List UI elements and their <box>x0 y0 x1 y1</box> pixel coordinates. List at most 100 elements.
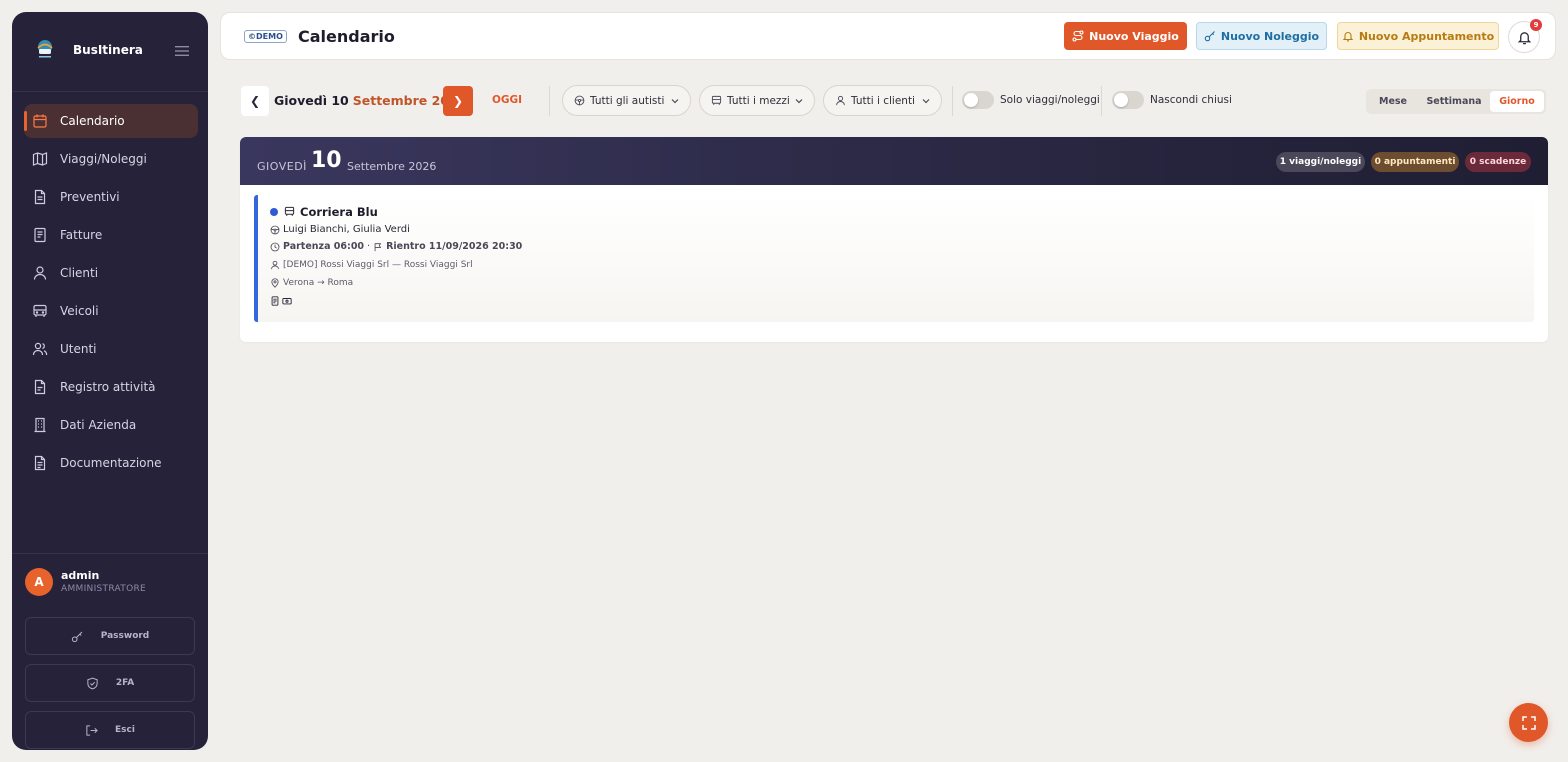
event-return: Rientro 11/09/2026 20:30 <box>386 241 523 252</box>
menu-toggle-icon[interactable] <box>174 44 190 58</box>
location-pin-icon <box>271 278 279 288</box>
vehicles-filter-label: Tutti i mezzi <box>727 94 790 107</box>
calendar-icon <box>33 114 47 128</box>
today-button[interactable]: OGGI <box>492 94 522 106</box>
new-rental-label: Nuovo Noleggio <box>1220 29 1320 43</box>
demo-badge-label: DEMO <box>256 32 283 41</box>
user-icon <box>271 260 279 270</box>
event-title: Corriera Blu <box>300 205 378 219</box>
toolbar-divider <box>1101 86 1102 116</box>
hide-closed-toggle[interactable]: Nascondi chiusi <box>1112 91 1232 109</box>
map-icon <box>32 152 48 166</box>
event-client-text: [DEMO] Rossi Viaggi Srl — Rossi Viaggi S… <box>283 260 473 270</box>
logout-icon <box>86 724 98 736</box>
password-button[interactable]: Password <box>25 617 195 655</box>
event-indicators <box>270 296 294 306</box>
sidebar-item-viaggi-noleggi[interactable]: Viaggi/Noleggi <box>24 142 198 176</box>
sidebar-nav: Calendario Viaggi/Noleggi Preventivi Fat… <box>24 104 198 484</box>
demo-badge-symbol: © <box>248 32 256 41</box>
steering-wheel-icon <box>574 95 585 106</box>
day-header: GIOVEDÌ 10 Settembre 2026 1 viaggi/noleg… <box>240 137 1548 185</box>
notifications-button[interactable]: 9 <box>1508 19 1542 53</box>
bus-icon <box>33 304 47 317</box>
event-times: Partenza 06:00 · Rientro 11/09/2026 20:3… <box>270 241 522 252</box>
brand-area: BusItinera <box>12 12 208 92</box>
day-month-year: Settembre 2026 <box>347 160 437 173</box>
sidebar-item-label: Fatture <box>60 228 103 242</box>
sidebar-item-label: Clienti <box>60 266 99 280</box>
sidebar-item-documentazione[interactable]: Documentazione <box>24 446 198 480</box>
event-route-text: Verona → Roma <box>283 278 354 288</box>
sidebar-item-registro-attivita[interactable]: Registro attività <box>24 370 198 404</box>
password-label: Password <box>100 631 150 641</box>
document-icon <box>34 189 46 205</box>
appointments-count-badge: 0 appuntamenti <box>1371 152 1459 172</box>
receipt-icon <box>34 227 46 243</box>
user-icon <box>836 95 845 106</box>
toggle-switch[interactable] <box>962 91 994 109</box>
new-trip-button[interactable]: Nuovo Viaggio <box>1064 22 1187 50</box>
twofa-button[interactable]: 2FA <box>25 664 195 702</box>
toggle-switch[interactable] <box>1112 91 1144 109</box>
sidebar-item-label: Veicoli <box>60 304 99 318</box>
sidebar-item-veicoli[interactable]: Veicoli <box>24 294 198 328</box>
view-week-tab[interactable]: Settimana <box>1418 91 1490 112</box>
chevron-down-icon <box>671 99 679 104</box>
trips-only-toggle[interactable]: Solo viaggi/noleggi <box>962 91 1100 109</box>
new-appointment-label: Nuovo Appuntamento <box>1358 29 1495 43</box>
avatar: A <box>25 568 53 596</box>
event-card[interactable]: Corriera Blu Luigi Bianchi, Giulia Verdi… <box>254 195 1534 322</box>
drivers-filter[interactable]: Tutti gli autisti <box>562 85 691 116</box>
current-date-day: Giovedì 10 <box>274 93 349 108</box>
sidebar-item-dati-azienda[interactable]: Dati Azienda <box>24 408 198 442</box>
brand-logo-icon <box>37 40 53 58</box>
deadlines-count-badge: 0 scadenze <box>1465 152 1531 172</box>
event-times-separator: · <box>367 241 371 252</box>
day-panel: GIOVEDÌ 10 Settembre 2026 1 viaggi/noleg… <box>240 137 1548 342</box>
vehicles-filter[interactable]: Tutti i mezzi <box>699 85 815 116</box>
fullscreen-icon <box>1521 715 1536 730</box>
log-icon <box>34 379 46 395</box>
key-icon <box>1204 31 1215 42</box>
sidebar-item-fatture[interactable]: Fatture <box>24 218 198 252</box>
event-status-dot <box>270 208 278 216</box>
sidebar-item-label: Dati Azienda <box>60 418 137 432</box>
view-switcher: Mese Settimana Giorno <box>1366 89 1546 114</box>
view-month-tab[interactable]: Mese <box>1368 91 1418 112</box>
user-icon <box>33 266 47 280</box>
sidebar-item-label: Registro attività <box>60 380 156 394</box>
drivers-filter-label: Tutti gli autisti <box>590 94 665 107</box>
sidebar-item-utenti[interactable]: Utenti <box>24 332 198 366</box>
sidebar: BusItinera Calendario Viaggi/Noleggi Pre… <box>12 12 208 750</box>
logout-label: Esci <box>115 725 135 735</box>
new-rental-button[interactable]: Nuovo Noleggio <box>1196 22 1327 50</box>
route-icon <box>1072 30 1084 42</box>
user-name: admin <box>61 569 100 582</box>
event-drivers: Luigi Bianchi, Giulia Verdi <box>270 224 410 235</box>
fullscreen-button[interactable] <box>1509 703 1548 742</box>
sidebar-item-clienti[interactable]: Clienti <box>24 256 198 290</box>
hide-closed-label: Nascondi chiusi <box>1150 94 1232 106</box>
building-icon <box>34 417 46 433</box>
event-drivers-text: Luigi Bianchi, Giulia Verdi <box>283 224 410 235</box>
demo-badge: © DEMO <box>244 30 287 43</box>
logout-button[interactable]: Esci <box>25 711 195 749</box>
shield-icon <box>87 677 98 689</box>
steering-wheel-icon <box>270 225 280 234</box>
chevron-down-icon <box>795 99 803 104</box>
notification-count-badge: 9 <box>1530 19 1542 31</box>
event-route: Verona → Roma <box>270 278 353 288</box>
sidebar-item-preventivi[interactable]: Preventivi <box>24 180 198 214</box>
clock-icon <box>270 242 280 251</box>
next-day-button[interactable]: ❯ <box>443 86 473 116</box>
new-appointment-button[interactable]: Nuovo Appuntamento <box>1337 22 1499 50</box>
day-number: 10 <box>311 148 342 173</box>
ticket-icon <box>282 298 292 305</box>
prev-day-button[interactable]: ❮ <box>241 86 269 116</box>
twofa-label: 2FA <box>115 678 135 688</box>
current-date-label: Giovedì 10 Settembre 2026 <box>274 93 466 108</box>
clients-filter[interactable]: Tutti i clienti <box>823 85 942 116</box>
sidebar-item-calendario[interactable]: Calendario <box>24 104 198 138</box>
view-day-tab[interactable]: Giorno <box>1490 91 1544 112</box>
clients-filter-label: Tutti i clienti <box>851 94 915 107</box>
